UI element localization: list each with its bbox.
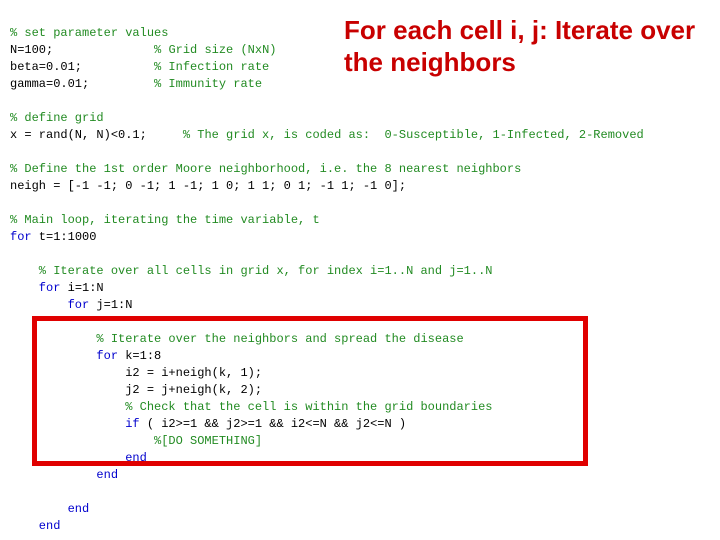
code-keyword: end — [10, 451, 147, 465]
code-text: k=1:8 — [118, 349, 161, 363]
code-text: j2 = j+neigh(k, 2); — [10, 383, 262, 397]
code-text: ( i2>=1 && j2>=1 && i2<=N && j2<=N ) — [140, 417, 406, 431]
code-comment: %[DO SOMETHING] — [10, 434, 262, 448]
code-keyword: for — [10, 281, 60, 295]
code-comment: % Infection rate — [154, 60, 269, 74]
code-comment: % Grid size (NxN) — [154, 43, 276, 57]
code-keyword: for — [10, 349, 118, 363]
code-keyword: for — [10, 298, 89, 312]
code-block: % set parameter values N=100; % Grid siz… — [10, 8, 644, 540]
code-comment: % Check that the cell is within the grid… — [10, 400, 492, 414]
code-text: j=1:N — [89, 298, 132, 312]
code-keyword: if — [10, 417, 140, 431]
code-text: x = rand(N, N)<0.1; — [10, 128, 147, 142]
code-keyword: end — [10, 519, 60, 533]
code-comment: % The grid x, is coded as: 0-Susceptible… — [183, 128, 644, 142]
code-text: N=100; — [10, 43, 53, 57]
code-keyword: end — [10, 502, 89, 516]
code-comment: % Main loop, iterating the time variable… — [10, 213, 320, 227]
code-text: t=1:1000 — [32, 230, 97, 244]
code-comment: % Iterate over all cells in grid x, for … — [10, 264, 492, 278]
code-comment: % set parameter values — [10, 26, 168, 40]
code-text: gamma=0.01; — [10, 77, 89, 91]
slide-page: % set parameter values N=100; % Grid siz… — [0, 0, 720, 540]
code-comment: % Iterate over the neighbors and spread … — [10, 332, 464, 346]
code-text: neigh = [-1 -1; 0 -1; 1 -1; 1 0; 1 1; 0 … — [10, 179, 406, 193]
code-text: beta=0.01; — [10, 60, 82, 74]
code-text: i=1:N — [60, 281, 103, 295]
slide-headline: For each cell i, j: Iterate over the nei… — [340, 12, 708, 80]
code-keyword: for — [10, 230, 32, 244]
code-comment: % Immunity rate — [154, 77, 262, 91]
code-comment: % define grid — [10, 111, 104, 125]
code-comment: % Define the 1st order Moore neighborhoo… — [10, 162, 521, 176]
code-text: i2 = i+neigh(k, 1); — [10, 366, 262, 380]
code-keyword: end — [10, 468, 118, 482]
